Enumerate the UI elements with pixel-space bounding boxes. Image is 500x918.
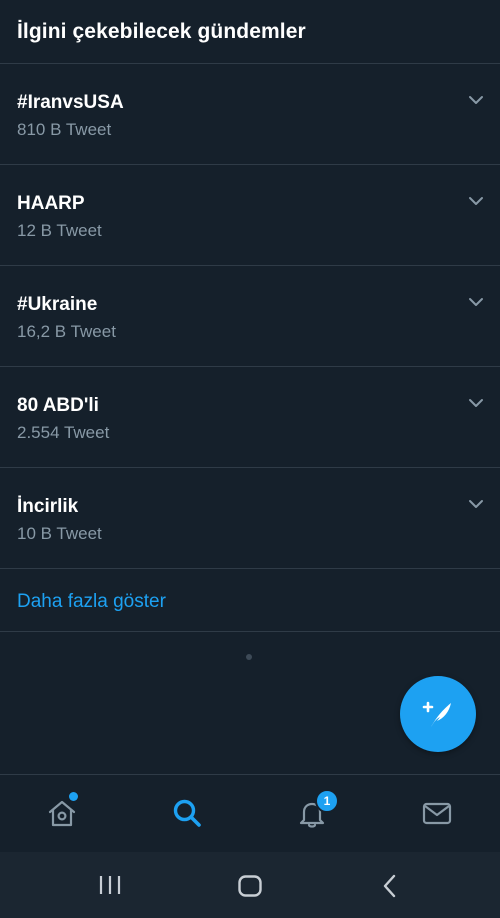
trend-item[interactable]: #Ukraine 16,2 B Tweet: [0, 266, 500, 367]
home-notification-dot: [69, 792, 78, 801]
show-more-link[interactable]: Daha fazla göster: [0, 569, 500, 632]
system-back-button[interactable]: [330, 852, 450, 918]
trend-list: #IranvsUSA 810 B Tweet HAARP 12 B Tweet …: [0, 64, 500, 632]
trend-item[interactable]: 80 ABD'li 2.554 Tweet: [0, 367, 500, 468]
recent-apps-button[interactable]: [50, 852, 170, 918]
system-navigation-bar: [0, 852, 500, 918]
compose-tweet-button[interactable]: [400, 676, 476, 752]
notification-count-badge: 1: [315, 789, 339, 813]
trend-name: 80 ABD'li: [17, 395, 99, 416]
trend-tweet-count: 12 B Tweet: [17, 221, 102, 240]
page-indicator-dot: [246, 654, 252, 660]
nav-home[interactable]: [0, 775, 125, 852]
trend-tweet-count: 10 B Tweet: [17, 524, 102, 543]
system-home-button[interactable]: [190, 852, 310, 918]
trend-name: HAARP: [17, 193, 85, 214]
nav-messages[interactable]: [375, 775, 500, 852]
trend-item[interactable]: İncirlik 10 B Tweet: [0, 468, 500, 569]
show-more-label: Daha fazla göster: [17, 591, 166, 612]
page-title: İlgini çekebilecek gündemler: [17, 20, 306, 43]
nav-search[interactable]: [125, 775, 250, 852]
chevron-down-icon[interactable]: [468, 195, 484, 207]
trend-name: İncirlik: [17, 496, 79, 517]
search-icon: [173, 799, 201, 827]
trend-tweet-count: 2.554 Tweet: [17, 423, 110, 442]
home-button-icon: [238, 875, 262, 897]
mail-icon: [422, 802, 452, 825]
compose-tweet-icon: [422, 701, 451, 727]
chevron-down-icon[interactable]: [468, 498, 484, 510]
trend-name: #IranvsUSA: [17, 92, 124, 113]
recent-apps-icon: [99, 876, 121, 894]
page-header: İlgini çekebilecek gündemler: [0, 0, 500, 64]
bottom-navigation: 1: [0, 774, 500, 852]
trend-tweet-count: 810 B Tweet: [17, 120, 112, 139]
chevron-down-icon[interactable]: [468, 397, 484, 409]
chevron-down-icon[interactable]: [468, 94, 484, 106]
nav-notifications[interactable]: 1: [250, 775, 375, 852]
trend-item[interactable]: #IranvsUSA 810 B Tweet: [0, 64, 500, 165]
back-icon: [383, 874, 396, 898]
chevron-down-icon[interactable]: [468, 296, 484, 308]
trend-name: #Ukraine: [17, 294, 98, 315]
trend-tweet-count: 16,2 B Tweet: [17, 322, 116, 341]
trend-item[interactable]: HAARP 12 B Tweet: [0, 165, 500, 266]
home-icon: [48, 800, 76, 827]
